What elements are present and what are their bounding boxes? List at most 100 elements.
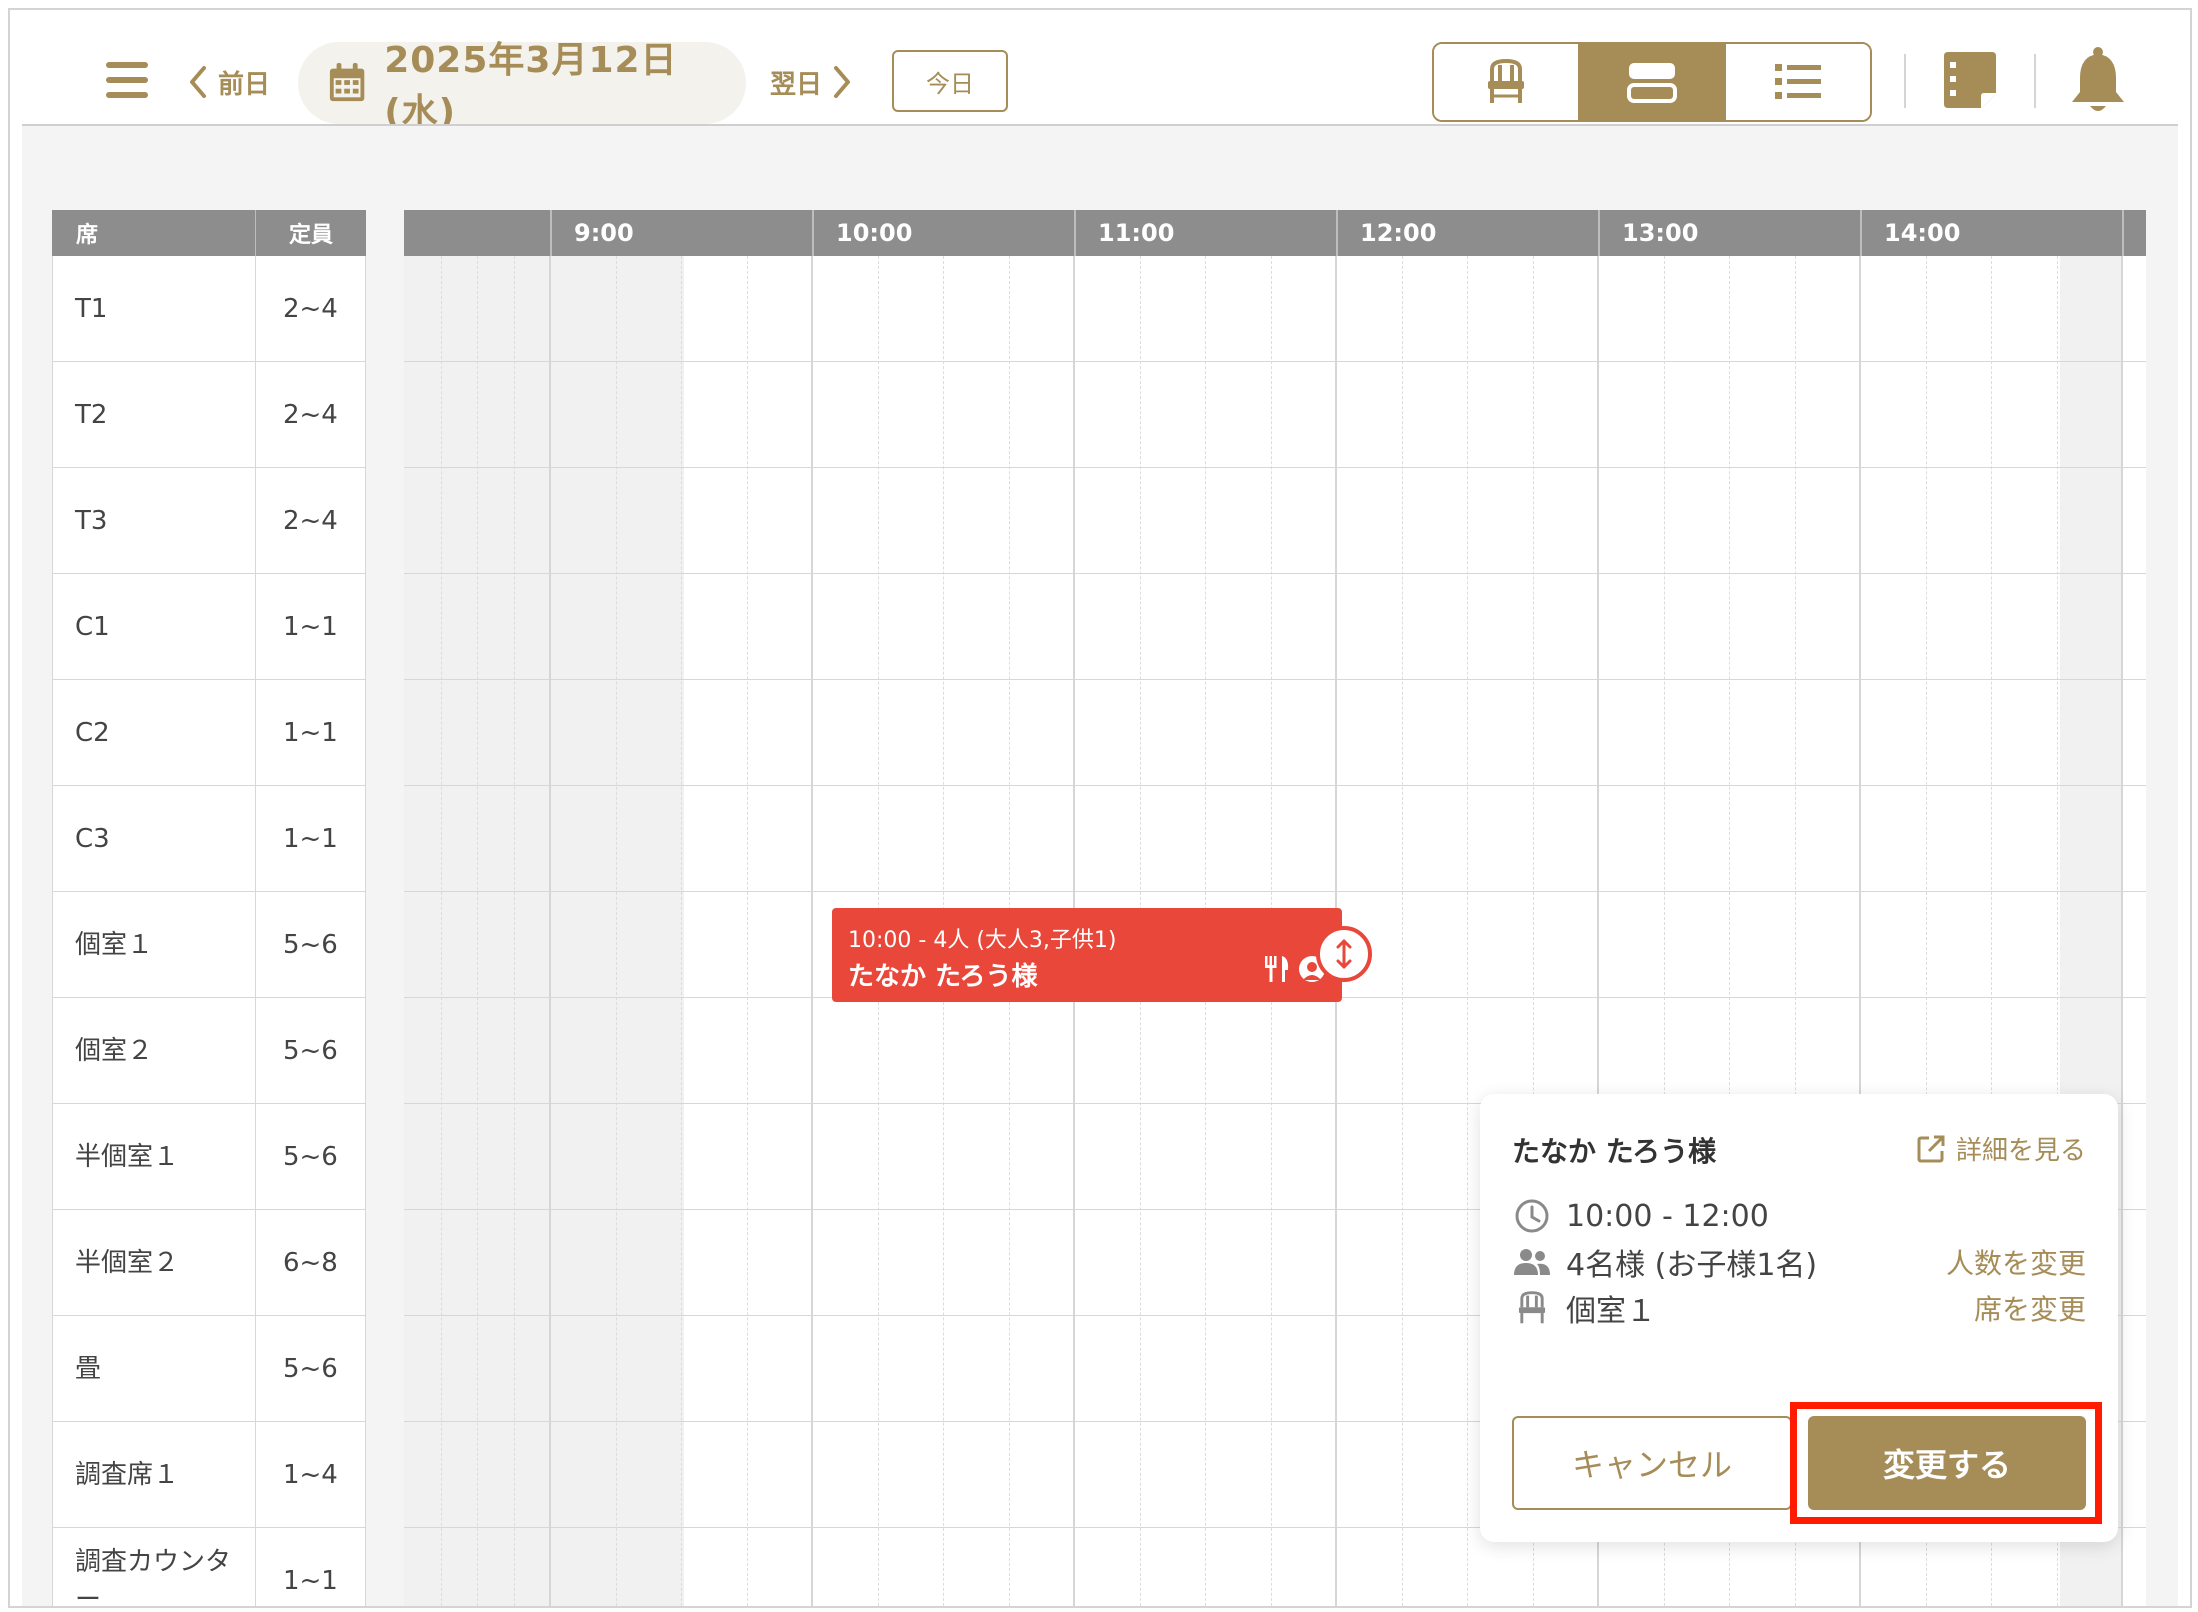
people-icon [1514, 1249, 1550, 1275]
seat-view-button[interactable] [1434, 44, 1578, 120]
external-link-icon [1917, 1135, 1945, 1162]
seat-row[interactable]: C3 1~1 [52, 786, 366, 892]
header-divider [1904, 54, 1906, 108]
seat-capacity: 5~6 [282, 929, 338, 960]
change-party-size-link[interactable]: 人数を変更 [1946, 1242, 2086, 1282]
seat-row[interactable]: 畳 5~6 [52, 1316, 366, 1422]
quarter-gridline [681, 256, 682, 1606]
seat-name: 半個室１ [53, 1104, 256, 1209]
row-gridline [404, 679, 2146, 680]
seat-row[interactable]: 個室２ 5~6 [52, 998, 366, 1104]
seat-capacity: 5~6 [282, 1353, 338, 1384]
seat-table: 席 定員 T1 2~4 T2 2~4 T3 2~4 C1 1~1 C2 1~1 C3 1~1 個室１ 5~… [52, 210, 366, 1606]
hour-gridline [811, 256, 813, 1606]
date-picker-button[interactable]: 2025年3月12日 (水) [298, 40, 746, 133]
resize-vertical-icon [1336, 939, 1352, 969]
seat-capacity: 1~4 [282, 1459, 338, 1490]
seat-name: 個室２ [53, 998, 256, 1103]
calendar-icon [329, 62, 365, 102]
seat-capacity: 2~4 [282, 399, 338, 430]
seat-column-header: 席 [52, 210, 256, 256]
seat-name: 調査カウンター [53, 1528, 256, 1606]
notification-button[interactable] [2066, 46, 2130, 116]
popover-party-row: 4名様 (お子様1名) 人数を変更 [1512, 1242, 2086, 1283]
row-gridline [404, 891, 2146, 892]
closed-time-shade [550, 256, 684, 1606]
menu-icon [106, 62, 148, 68]
seat-row[interactable]: 個室１ 5~6 [52, 892, 366, 998]
seat-name: 個室１ [53, 892, 256, 997]
row-gridline [404, 573, 2146, 574]
seat-row[interactable]: C2 1~1 [52, 680, 366, 786]
memo-button[interactable] [1940, 50, 2000, 112]
seat-name: C3 [53, 786, 256, 891]
cancel-button[interactable]: キャンセル [1512, 1416, 1792, 1510]
change-seat-link[interactable]: 席を変更 [1974, 1288, 2086, 1328]
next-day-label: 翌日 [770, 69, 823, 100]
popover-time-row: 10:00 - 12:00 [1512, 1196, 2086, 1236]
timeline-hour-label: 13:00 [1598, 210, 1860, 256]
row-gridline [404, 467, 2146, 468]
current-date: 2025年3月12日 (水) [384, 40, 678, 133]
clock-icon [1515, 1199, 1549, 1233]
menu-button[interactable] [106, 60, 150, 100]
hour-gridline [2121, 256, 2123, 1606]
seat-table-body: T1 2~4 T2 2~4 T3 2~4 C1 1~1 C2 1~1 C3 1~1 個室１ 5~6 個室２ 5… [52, 256, 366, 1606]
prev-day-button[interactable]: 前日 [186, 58, 270, 106]
reservation-resize-handle[interactable] [1316, 926, 1372, 982]
seat-row[interactable]: 調査席１ 1~4 [52, 1422, 366, 1528]
view-details-label: 詳細を見る [1955, 1136, 2086, 1166]
header-bar: 前日 2025年3月12日 (水) 翌日 今日 [10, 10, 2190, 133]
timeline-view-button[interactable] [1578, 44, 1724, 120]
chevron-left-icon [190, 66, 206, 98]
next-day-button[interactable]: 翌日 [770, 58, 854, 106]
timeline-icon [1627, 63, 1677, 103]
reservation-block[interactable]: 10:00 - 4人 (大人3,子供1) たなか たろう様 [832, 908, 1342, 1002]
seat-name: 半個室２ [53, 1210, 256, 1315]
seat-capacity: 1~1 [282, 823, 338, 854]
memo-icon [1944, 52, 1996, 108]
capacity-column-header: 定員 [288, 223, 333, 248]
seat-name: T1 [53, 256, 256, 361]
quarter-gridline [514, 256, 515, 1606]
seat-capacity: 1~1 [282, 1565, 338, 1596]
seat-row[interactable]: 半個室２ 6~8 [52, 1210, 366, 1316]
timeline-hour-label: 11:00 [1074, 210, 1336, 256]
list-icon [1775, 64, 1821, 99]
view-details-link[interactable]: 詳細を見る [1916, 1130, 2086, 1167]
seat-capacity: 2~4 [282, 505, 338, 536]
seat-row[interactable]: T2 2~4 [52, 362, 366, 468]
popover-seat: 個室１ [1566, 1294, 1656, 1329]
seat-name: 畳 [53, 1316, 256, 1421]
seat-capacity: 1~1 [282, 717, 338, 748]
quarter-gridline [477, 256, 478, 1606]
highlight-box [1790, 1402, 2102, 1524]
reservation-guest: たなか たろう様 [848, 962, 1038, 992]
popover-time: 10:00 - 12:00 [1566, 1198, 1769, 1234]
seat-row[interactable]: 半個室１ 5~6 [52, 1104, 366, 1210]
quarter-gridline [616, 256, 617, 1606]
cutlery-icon [1265, 956, 1289, 982]
hour-gridline [549, 256, 551, 1606]
bell-icon [2072, 47, 2124, 111]
popover-party: 4名様 (お子様1名) [1566, 1248, 1818, 1283]
seat-table-header: 席 定員 [52, 210, 366, 256]
timeline-hour-label: 10:00 [812, 210, 1074, 256]
seat-capacity: 5~6 [282, 1035, 338, 1066]
timeline-header: 9:00 10:00 11:00 12:00 13:00 14:00 [404, 210, 2146, 256]
popover-seat-row: 個室１ 席を変更 [1512, 1288, 2086, 1329]
today-button[interactable]: 今日 [892, 50, 1008, 112]
chair-icon [1518, 1291, 1546, 1324]
quarter-gridline [1467, 256, 1468, 1606]
seat-name: C2 [53, 680, 256, 785]
seat-name: 調査席１ [53, 1422, 256, 1527]
seat-capacity: 6~8 [282, 1247, 338, 1278]
seat-row[interactable]: T1 2~4 [52, 256, 366, 362]
seat-row[interactable]: T3 2~4 [52, 468, 366, 574]
seat-row[interactable]: C1 1~1 [52, 574, 366, 680]
seat-capacity: 5~6 [282, 1141, 338, 1172]
list-view-button[interactable] [1724, 44, 1870, 120]
timeline-hour-label: 12:00 [1336, 210, 1598, 256]
seat-row[interactable]: 調査カウンター 1~1 [52, 1528, 366, 1606]
app-frame: 前日 2025年3月12日 (水) 翌日 今日 席 定員 T1 2~4 T2 2… [8, 8, 2192, 1608]
